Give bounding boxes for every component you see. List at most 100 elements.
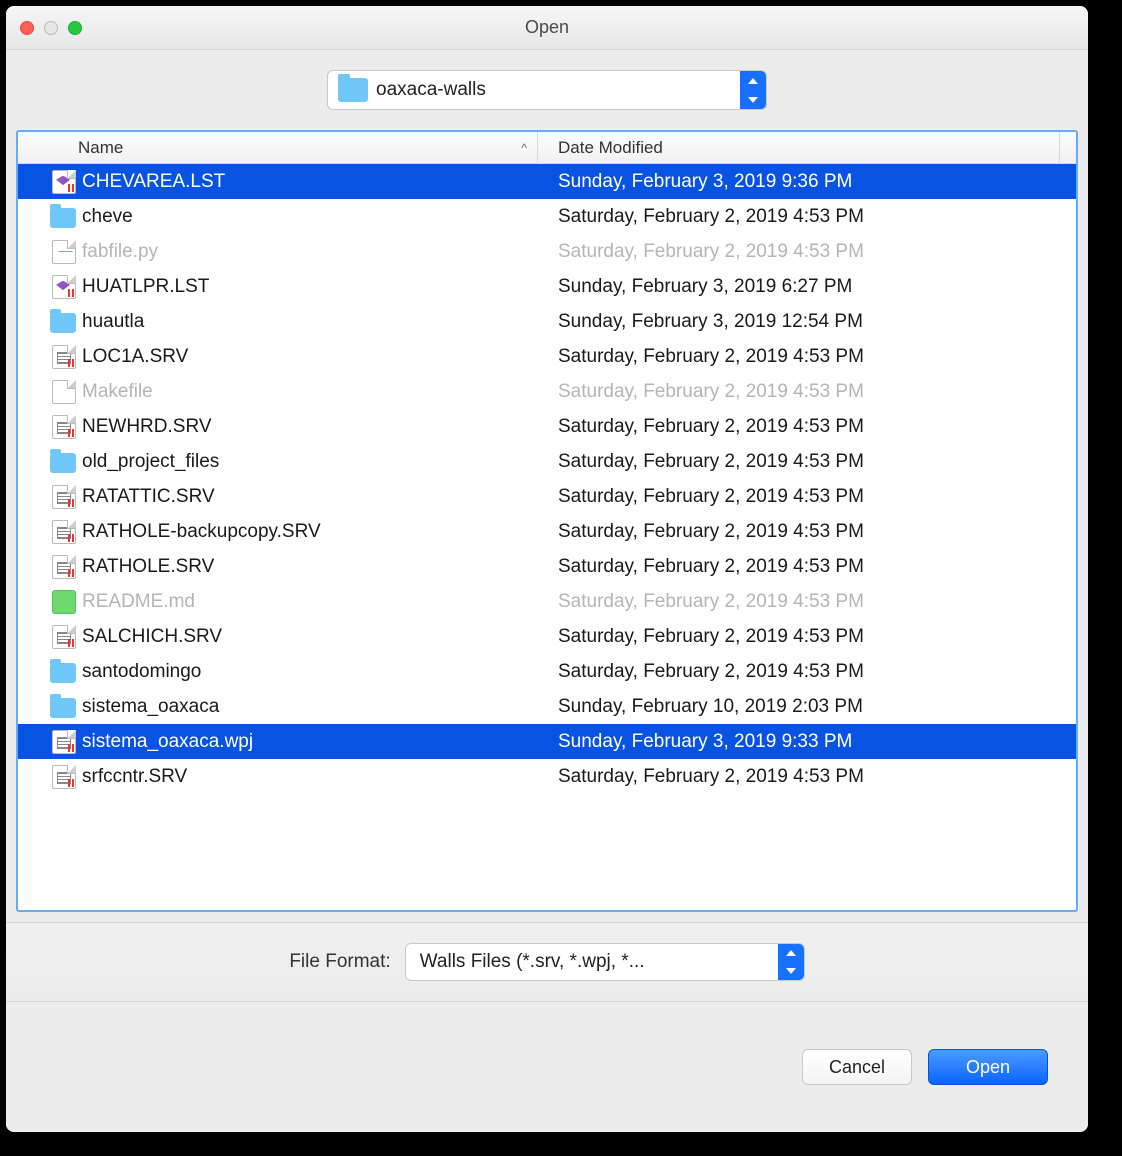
cancel-button[interactable]: Cancel bbox=[802, 1049, 912, 1085]
file-date: Saturday, February 2, 2019 4:53 PM bbox=[538, 486, 1076, 508]
file-icon-cell bbox=[18, 311, 82, 333]
file-row: MakefileSaturday, February 2, 2019 4:53 … bbox=[18, 374, 1076, 409]
file-date: Saturday, February 2, 2019 4:53 PM bbox=[538, 626, 1076, 648]
file-row[interactable]: RATHOLE.SRVSaturday, February 2, 2019 4:… bbox=[18, 549, 1076, 584]
location-stepper-icon[interactable] bbox=[740, 71, 766, 109]
file-row[interactable]: HUATLPR.LSTSunday, February 3, 2019 6:27… bbox=[18, 269, 1076, 304]
file-row[interactable]: old_project_filesSaturday, February 2, 2… bbox=[18, 444, 1076, 479]
file-date: Saturday, February 2, 2019 4:53 PM bbox=[538, 556, 1076, 578]
srv-file-icon bbox=[52, 415, 76, 439]
folder-icon bbox=[50, 313, 76, 333]
file-list-panel: Name ^ Date Modified CHEVAREA.LSTSunday,… bbox=[16, 130, 1078, 912]
window-title: Open bbox=[6, 17, 1088, 38]
file-icon-cell bbox=[18, 661, 82, 683]
vs-file-icon bbox=[52, 275, 76, 299]
file-name: sistema_oaxaca.wpj bbox=[82, 731, 538, 753]
file-name: old_project_files bbox=[82, 451, 538, 473]
file-icon-cell bbox=[18, 415, 82, 439]
file-format-row: File Format: Walls Files (*.srv, *.wpj, … bbox=[6, 922, 1088, 1002]
srv-file-icon bbox=[52, 730, 76, 754]
column-header-date[interactable]: Date Modified bbox=[538, 132, 1060, 163]
close-window-button[interactable] bbox=[20, 21, 34, 35]
srv-file-icon bbox=[52, 765, 76, 789]
file-date: Saturday, February 2, 2019 4:53 PM bbox=[538, 766, 1076, 788]
file-name: huautla bbox=[82, 311, 538, 333]
titlebar: Open bbox=[6, 6, 1088, 50]
file-date: Saturday, February 2, 2019 4:53 PM bbox=[538, 451, 1076, 473]
file-format-stepper-icon[interactable] bbox=[778, 944, 804, 980]
sort-ascending-icon: ^ bbox=[521, 141, 527, 155]
folder-icon bbox=[50, 208, 76, 228]
srv-file-icon bbox=[52, 520, 76, 544]
file-row[interactable]: santodomingoSaturday, February 2, 2019 4… bbox=[18, 654, 1076, 689]
file-icon-cell bbox=[18, 451, 82, 473]
file-icon-cell bbox=[18, 765, 82, 789]
file-date: Saturday, February 2, 2019 4:53 PM bbox=[538, 206, 1076, 228]
file-name: Makefile bbox=[82, 381, 538, 403]
column-header-date-label: Date Modified bbox=[558, 138, 663, 158]
file-name: NEWHRD.SRV bbox=[82, 416, 538, 438]
file-row[interactable]: sistema_oaxaca.wpjSunday, February 3, 20… bbox=[18, 724, 1076, 759]
location-bar: oaxaca-walls bbox=[6, 50, 1088, 130]
file-row: README.mdSaturday, February 2, 2019 4:53… bbox=[18, 584, 1076, 619]
file-format-dropdown[interactable]: Walls Files (*.srv, *.wpj, *... bbox=[405, 943, 805, 981]
file-rows-container[interactable]: CHEVAREA.LSTSunday, February 3, 2019 9:3… bbox=[18, 164, 1076, 910]
file-name: HUATLPR.LST bbox=[82, 276, 538, 298]
location-dropdown[interactable]: oaxaca-walls bbox=[327, 70, 767, 110]
file-icon-cell bbox=[18, 555, 82, 579]
file-icon-cell bbox=[18, 730, 82, 754]
file-name: LOC1A.SRV bbox=[82, 346, 538, 368]
file-row[interactable]: RATATTIC.SRVSaturday, February 2, 2019 4… bbox=[18, 479, 1076, 514]
file-icon-cell bbox=[18, 590, 82, 614]
vs-file-icon bbox=[52, 170, 76, 194]
folder-icon bbox=[338, 78, 368, 102]
file-name: RATHOLE-backupcopy.SRV bbox=[82, 521, 538, 543]
minimize-window-button[interactable] bbox=[44, 21, 58, 35]
file-date: Saturday, February 2, 2019 4:53 PM bbox=[538, 346, 1076, 368]
location-folder-name: oaxaca-walls bbox=[376, 79, 740, 101]
file-name: SALCHICH.SRV bbox=[82, 626, 538, 648]
file-icon-cell bbox=[18, 206, 82, 228]
folder-icon bbox=[50, 663, 76, 683]
file-icon-cell bbox=[18, 625, 82, 649]
header-gutter bbox=[1060, 132, 1076, 163]
file-row[interactable]: CHEVAREA.LSTSunday, February 3, 2019 9:3… bbox=[18, 164, 1076, 199]
zoom-window-button[interactable] bbox=[68, 21, 82, 35]
file-date: Saturday, February 2, 2019 4:53 PM bbox=[538, 661, 1076, 683]
file-name: cheve bbox=[82, 206, 538, 228]
file-row[interactable]: srfccntr.SRVSaturday, February 2, 2019 4… bbox=[18, 759, 1076, 794]
file-icon-cell bbox=[18, 520, 82, 544]
file-row[interactable]: SALCHICH.SRVSaturday, February 2, 2019 4… bbox=[18, 619, 1076, 654]
file-date: Saturday, February 2, 2019 4:53 PM bbox=[538, 241, 1076, 263]
file-name: RATHOLE.SRV bbox=[82, 556, 538, 578]
file-date: Saturday, February 2, 2019 4:53 PM bbox=[538, 591, 1076, 613]
file-format-label: File Format: bbox=[289, 951, 390, 973]
file-date: Saturday, February 2, 2019 4:53 PM bbox=[538, 381, 1076, 403]
file-icon bbox=[52, 380, 76, 404]
file-name: RATATTIC.SRV bbox=[82, 486, 538, 508]
folder-icon bbox=[50, 698, 76, 718]
file-icon-cell bbox=[18, 275, 82, 299]
column-headers: Name ^ Date Modified bbox=[18, 132, 1076, 164]
file-row[interactable]: LOC1A.SRVSaturday, February 2, 2019 4:53… bbox=[18, 339, 1076, 374]
file-name: santodomingo bbox=[82, 661, 538, 683]
file-date: Sunday, February 3, 2019 9:36 PM bbox=[538, 171, 1076, 193]
file-icon-cell bbox=[18, 170, 82, 194]
open-button[interactable]: Open bbox=[928, 1049, 1048, 1085]
column-header-name[interactable]: Name ^ bbox=[18, 132, 538, 163]
srv-file-icon bbox=[52, 555, 76, 579]
file-row[interactable]: sistema_oaxacaSunday, February 10, 2019 … bbox=[18, 689, 1076, 724]
file-row[interactable]: NEWHRD.SRVSaturday, February 2, 2019 4:5… bbox=[18, 409, 1076, 444]
file-date: Sunday, February 3, 2019 6:27 PM bbox=[538, 276, 1076, 298]
file-icon-cell bbox=[18, 485, 82, 509]
file-name: CHEVAREA.LST bbox=[82, 171, 538, 193]
file-row: fabfile.pySaturday, February 2, 2019 4:5… bbox=[18, 234, 1076, 269]
file-name: sistema_oaxaca bbox=[82, 696, 538, 718]
atom-file-icon bbox=[52, 590, 76, 614]
file-row[interactable]: cheveSaturday, February 2, 2019 4:53 PM bbox=[18, 199, 1076, 234]
column-header-name-label: Name bbox=[78, 138, 123, 158]
file-row[interactable]: huautlaSunday, February 3, 2019 12:54 PM bbox=[18, 304, 1076, 339]
file-date: Sunday, February 10, 2019 2:03 PM bbox=[538, 696, 1076, 718]
file-row[interactable]: RATHOLE-backupcopy.SRVSaturday, February… bbox=[18, 514, 1076, 549]
file-icon-cell bbox=[18, 240, 82, 264]
